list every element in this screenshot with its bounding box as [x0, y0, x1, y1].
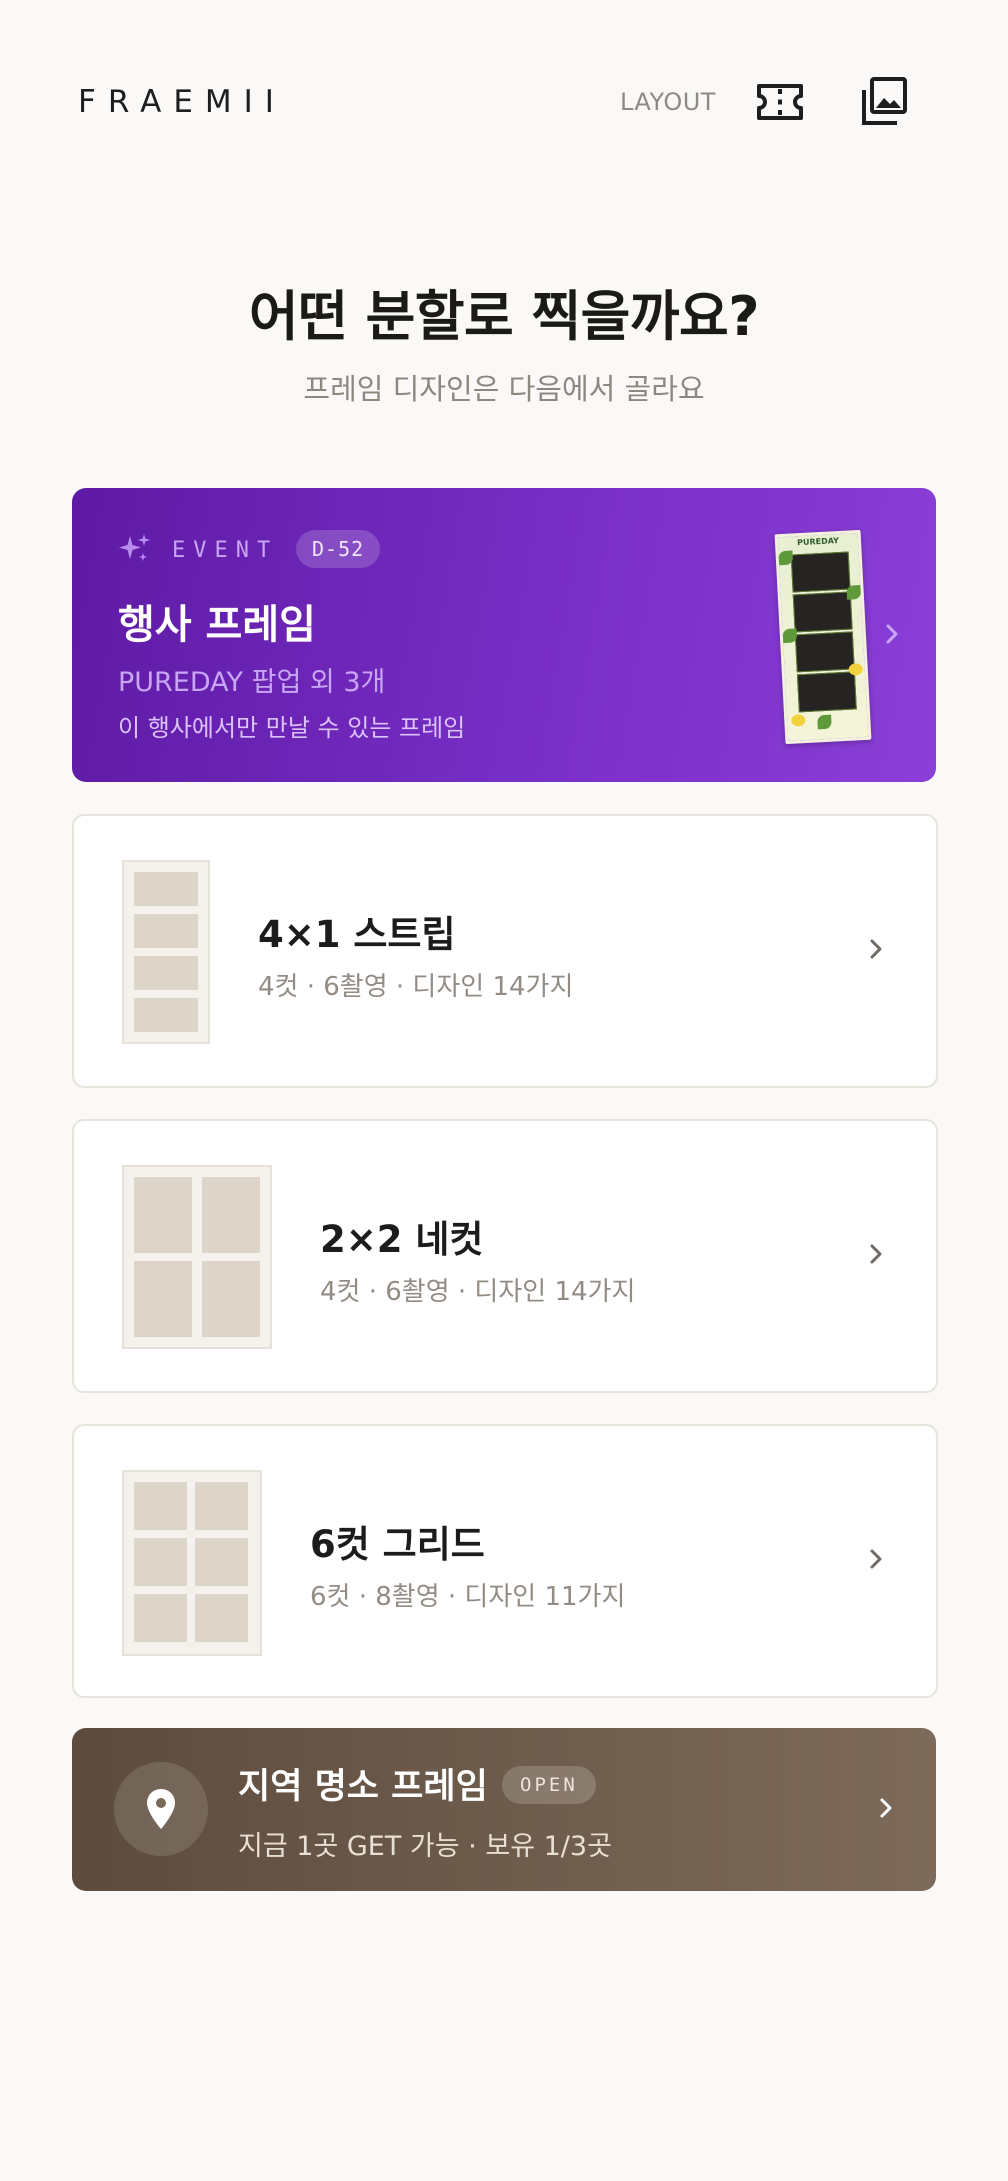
frame-cell: [195, 1594, 248, 1642]
event-title: 행사 프레임: [118, 602, 316, 648]
chevron-right-icon: [870, 1244, 882, 1264]
grid-6-frame-preview: [122, 1470, 262, 1656]
event-frame-thumbnail: PUREDAY: [774, 529, 872, 745]
ticket-icon[interactable]: [755, 80, 805, 124]
lemon-decoration: [848, 662, 864, 676]
frame-cell: [195, 1538, 248, 1586]
frame-cell: [134, 1482, 187, 1530]
leaf-decoration: [817, 714, 832, 730]
layout-title: 6컷 그리드: [310, 1523, 485, 1566]
frame-cell: [134, 998, 198, 1032]
photo-gallery-icon[interactable]: [860, 76, 908, 128]
event-description: 이 행사에서만 만날 수 있는 프레임: [118, 714, 466, 742]
thumbnail-brand: PUREDAY: [796, 536, 840, 548]
page-subtitle: 프레임 디자인은 다음에서 골라요: [303, 372, 705, 406]
chevron-right-icon: [870, 939, 882, 959]
layout-card-6-grid[interactable]: 6컷 그리드 6컷 · 8촬영 · 디자인 11가지: [72, 1424, 938, 1698]
leaf-decoration: [846, 584, 862, 600]
event-subtitle: PUREDAY 팝업 외 3개: [118, 667, 386, 698]
grid-2x2-frame-preview: [122, 1165, 272, 1349]
frame-cell: [134, 1594, 187, 1642]
thumbnail-slot: [790, 551, 851, 593]
page-title: 어떤 분할로 찍을까요?: [248, 285, 760, 348]
layout-title: 4×1 스트립: [258, 913, 456, 956]
frame-cell: [134, 956, 198, 990]
lemon-decoration: [791, 714, 806, 727]
layout-meta: 4컷 · 6촬영 · 디자인 14가지: [320, 1277, 636, 1307]
chevron-right-icon: [880, 1798, 892, 1818]
layout-title: 2×2 네컷: [320, 1218, 484, 1261]
thumbnail-slot: [794, 631, 855, 673]
event-frame-card[interactable]: EVENT D-52 행사 프레임 PUREDAY 팝업 외 3개 이 행사에서…: [72, 488, 936, 782]
pin-icon-circle: [114, 1762, 208, 1856]
app-header: FRAEMII LAYOUT: [0, 0, 1008, 210]
layout-meta: 4컷 · 6촬영 · 디자인 14가지: [258, 972, 574, 1002]
layout-card-4x1-strip[interactable]: 4×1 스트립 4컷 · 6촬영 · 디자인 14가지: [72, 814, 938, 1088]
chevron-right-icon: [886, 624, 898, 644]
local-landmark-frame-card[interactable]: 지역 명소 프레임 OPEN 지금 1곳 GET 가능 · 보유 1/3곳: [72, 1728, 936, 1891]
strip-frame-preview: [122, 860, 210, 1044]
event-tag: EVENT: [172, 538, 279, 563]
location-pin-icon: [147, 1789, 175, 1829]
frame-cell: [134, 1177, 192, 1253]
chevron-right-icon: [870, 1549, 882, 1569]
layout-meta: 6컷 · 8촬영 · 디자인 11가지: [310, 1582, 626, 1612]
frame-cell: [195, 1482, 248, 1530]
frame-cell: [134, 1538, 187, 1586]
frame-cell: [134, 872, 198, 906]
thumbnail-slot: [792, 591, 853, 633]
sparkle-icon: [119, 534, 150, 561]
layout-link[interactable]: LAYOUT: [620, 88, 716, 116]
app-logo: FRAEMII: [78, 84, 286, 120]
thumbnail-slot: [796, 671, 857, 713]
frame-cell: [134, 914, 198, 948]
open-badge: OPEN: [502, 1766, 596, 1804]
event-dday-badge: D-52: [296, 530, 381, 568]
frame-cell: [134, 1261, 192, 1337]
local-frame-title: 지역 명소 프레임: [238, 1767, 488, 1807]
frame-cell: [202, 1177, 260, 1253]
layout-card-2x2[interactable]: 2×2 네컷 4컷 · 6촬영 · 디자인 14가지: [72, 1119, 938, 1393]
frame-cell: [202, 1261, 260, 1337]
local-frame-meta: 지금 1곳 GET 가능 · 보유 1/3곳: [238, 1831, 612, 1862]
